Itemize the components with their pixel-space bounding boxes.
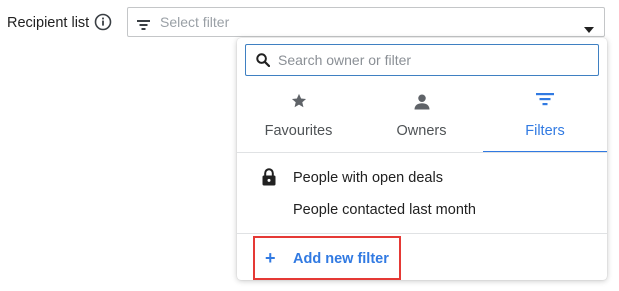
add-new-filter-button[interactable]: + Add new filter: [253, 236, 401, 280]
chevron-down-icon: [584, 20, 594, 38]
recipient-filter-select[interactable]: Select filter: [127, 7, 605, 37]
plus-icon: +: [265, 248, 276, 268]
lock-icon: [262, 168, 276, 191]
add-new-filter-label: Add new filter: [293, 251, 389, 267]
person-icon: [412, 92, 432, 117]
tab-filters[interactable]: Filters: [483, 84, 607, 153]
tab-owners[interactable]: Owners: [360, 84, 483, 153]
info-icon[interactable]: [94, 13, 112, 31]
select-placeholder: Select filter: [160, 14, 230, 30]
tab-label: Favourites: [264, 123, 333, 139]
list-item-label: People with open deals: [293, 170, 443, 186]
list-item[interactable]: People contacted last month: [237, 194, 607, 226]
recipient-list-label: Recipient list: [7, 15, 90, 31]
tab-label: Owners: [396, 123, 447, 139]
search-icon: [256, 53, 271, 72]
tab-label: Filters: [525, 123, 565, 139]
filter-icon: [536, 92, 554, 111]
search-field[interactable]: [245, 44, 599, 76]
filter-dropdown-panel: Favourites Owners Filters: [237, 38, 607, 280]
list-item[interactable]: People with open deals: [237, 162, 607, 194]
divider: [237, 233, 607, 234]
divider: [237, 152, 607, 153]
tab-favourites[interactable]: Favourites: [237, 84, 360, 153]
filter-icon: [137, 17, 150, 35]
search-input[interactable]: [278, 46, 594, 74]
tabs-bar: Favourites Owners Filters: [237, 84, 607, 153]
list-item-label: People contacted last month: [293, 202, 476, 218]
star-icon: [290, 92, 308, 115]
